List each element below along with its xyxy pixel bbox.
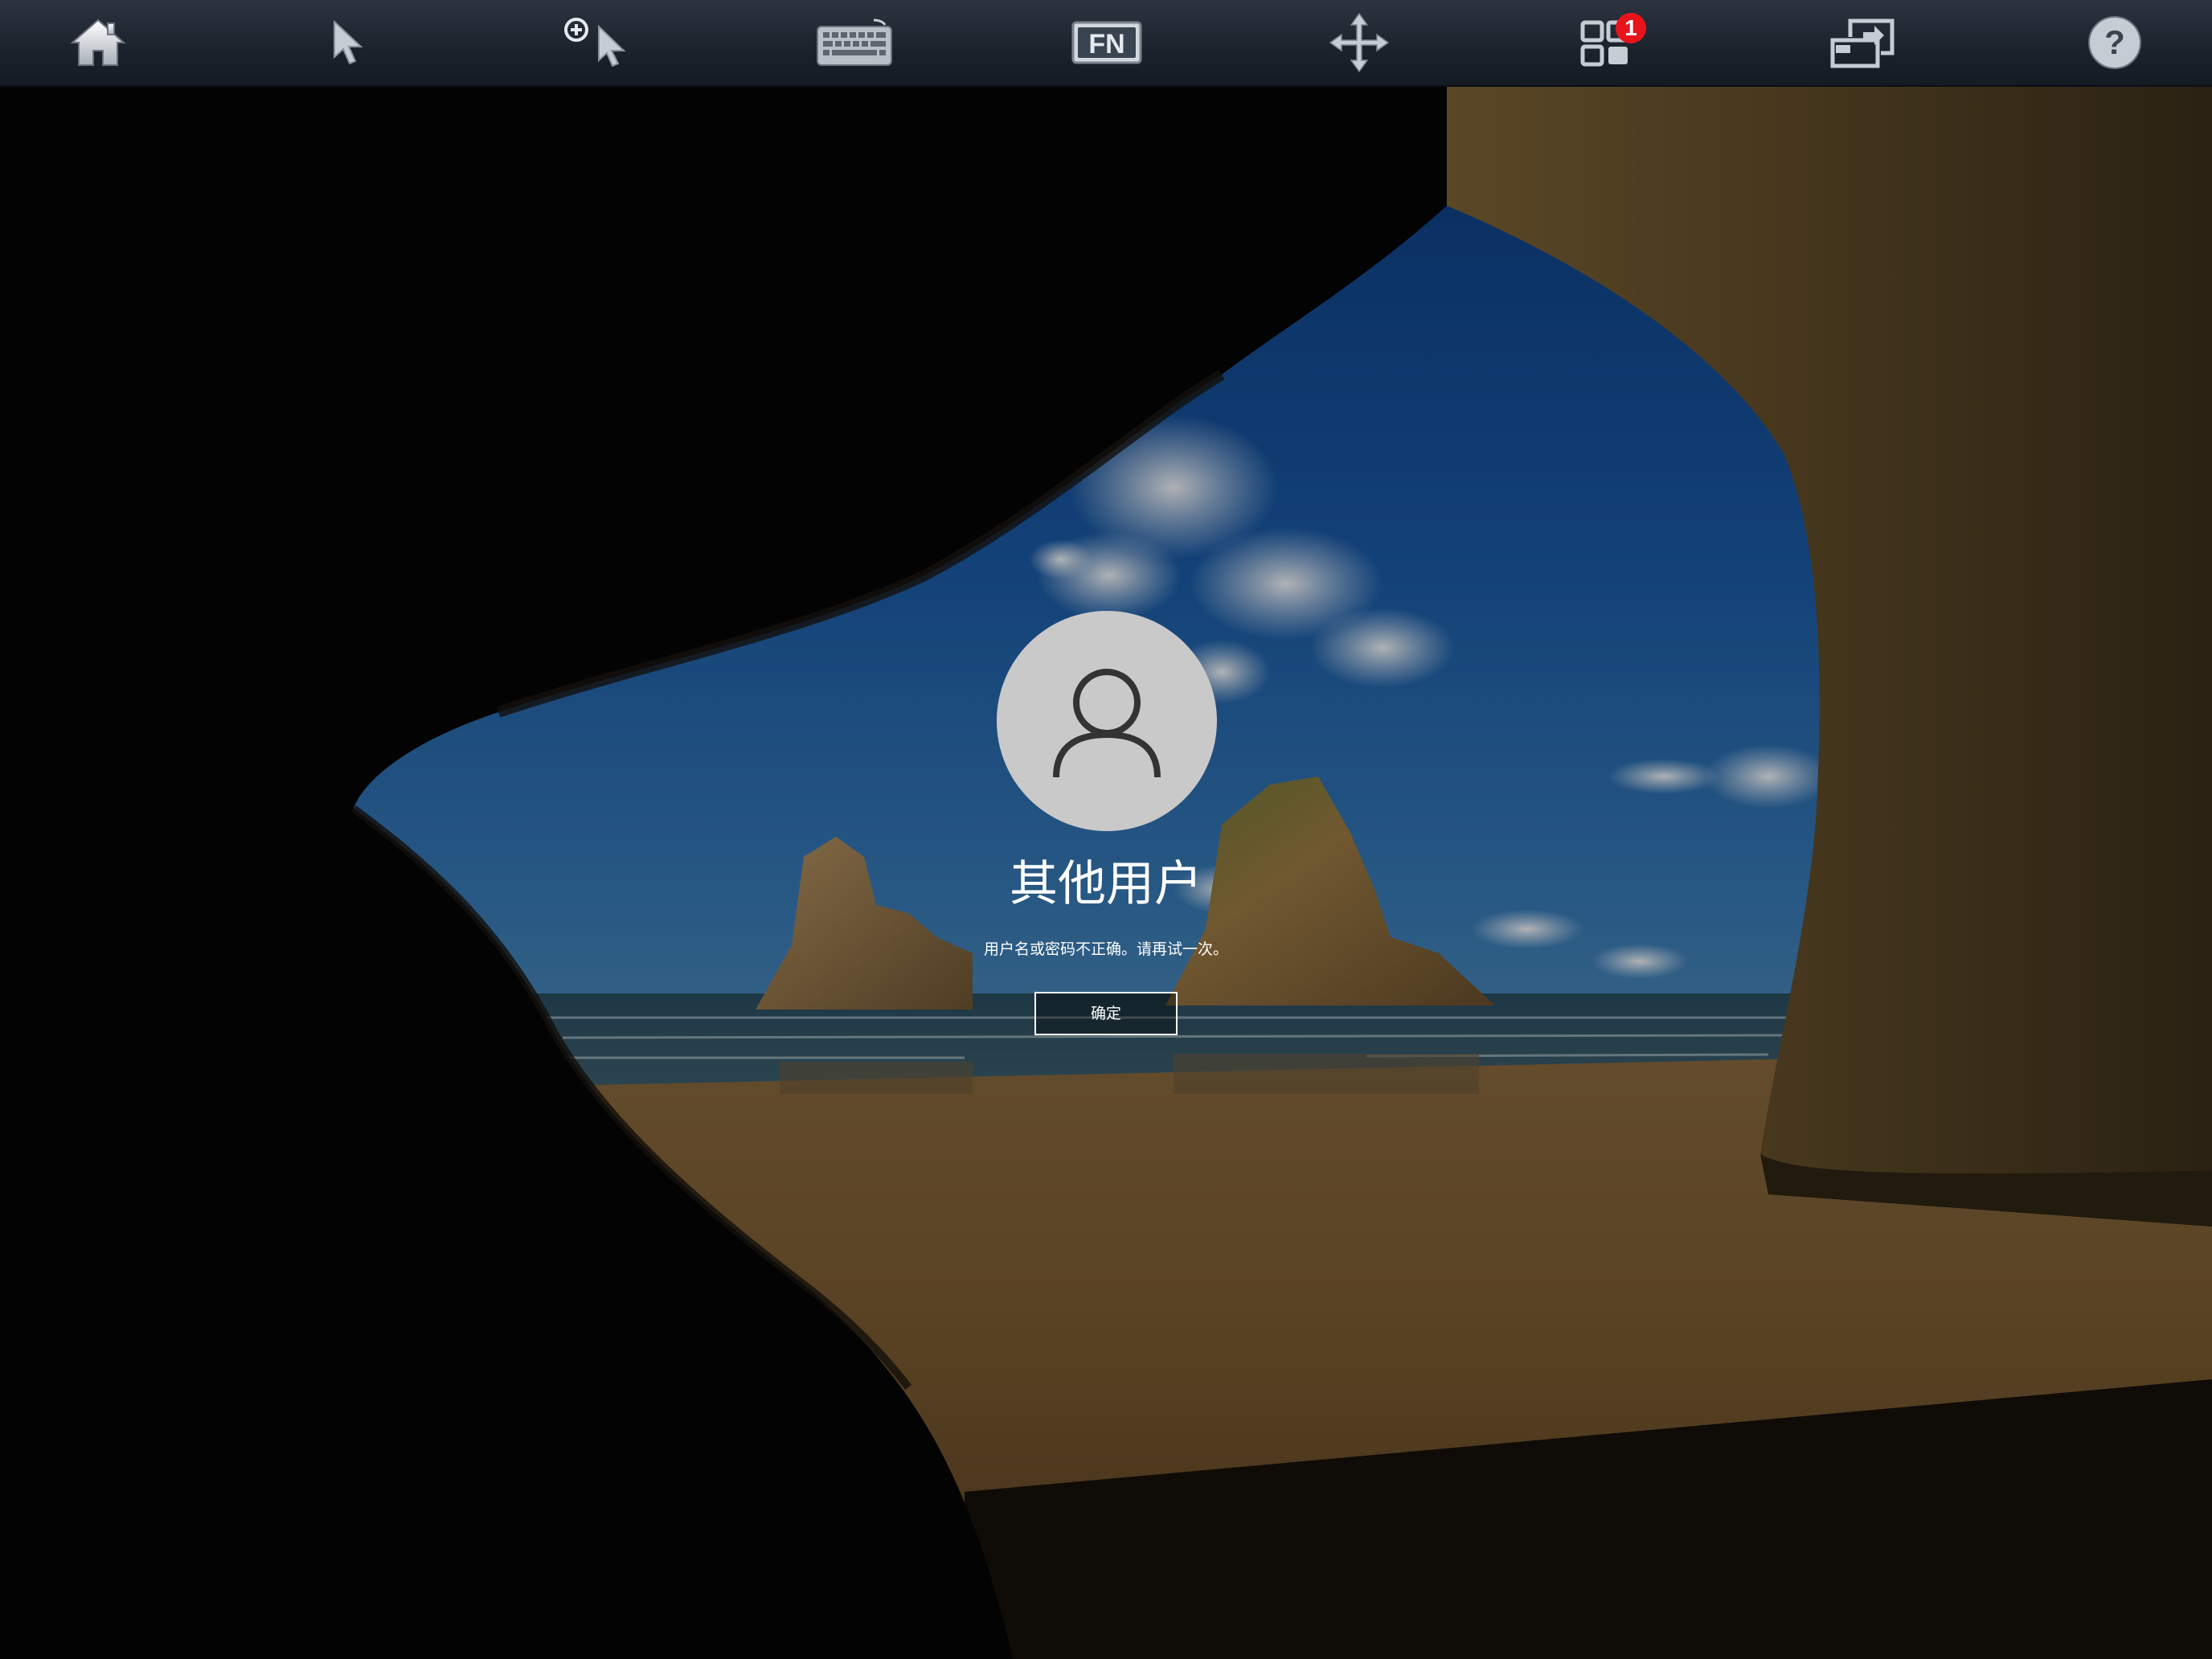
touch-cursor-icon (564, 18, 626, 68)
fn-icon: FN (1071, 21, 1142, 64)
remote-desktop-screen: FN 1 ? 其他用户 用户名或密码不正确。请再试一次。 确定 (0, 0, 2212, 1659)
resolution-button[interactable] (1818, 6, 1907, 79)
cursor-icon (334, 19, 363, 65)
help-label: ? (2104, 23, 2125, 61)
remote-toolbar: FN 1 ? (0, 0, 2212, 87)
help-icon: ? (2088, 16, 2141, 69)
pointer-button[interactable] (304, 6, 392, 79)
home-icon (70, 18, 126, 66)
user-avatar (997, 611, 1217, 831)
pan-button[interactable] (1315, 6, 1403, 79)
touch-pointer-button[interactable] (556, 6, 645, 79)
username-label: 其他用户 (1010, 856, 1202, 912)
ok-button[interactable]: 确定 (1034, 992, 1178, 1035)
user-icon (1053, 669, 1161, 778)
sessions-button[interactable]: 1 (1566, 6, 1654, 79)
home-button[interactable] (54, 6, 142, 79)
keyboard-button[interactable] (810, 6, 899, 79)
screen-resize-icon (1830, 18, 1895, 68)
help-button[interactable]: ? (2071, 6, 2159, 79)
fn-label: FN (1088, 29, 1124, 59)
notification-badge: 1 (1616, 13, 1646, 43)
fn-keys-button[interactable]: FN (1063, 6, 1151, 79)
lock-screen: 其他用户 用户名或密码不正确。请再试一次。 确定 (0, 85, 2212, 1659)
move-arrows-icon (1329, 12, 1390, 73)
error-message: 用户名或密码不正确。请再试一次。 (983, 940, 1228, 958)
keyboard-icon (817, 18, 892, 66)
